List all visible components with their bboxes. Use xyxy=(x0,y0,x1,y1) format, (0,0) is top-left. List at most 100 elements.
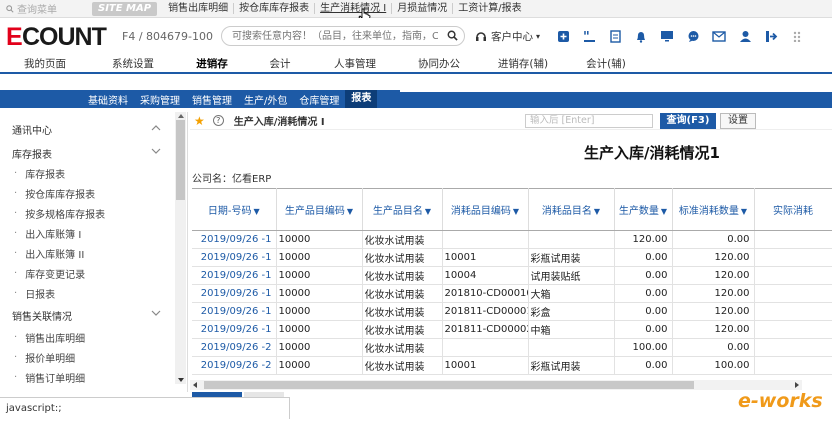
favorite-star-icon[interactable]: ★ xyxy=(194,114,205,128)
sitemap-button[interactable]: SITE MAP xyxy=(92,1,158,16)
main-nav-item[interactable]: 人事管理 xyxy=(312,56,398,71)
user-icon[interactable] xyxy=(738,29,752,43)
table-row[interactable]: 2019/09/26 -2 10000 化妆水试用装 10001 彩瓶试用装 0.00 10… xyxy=(192,356,832,375)
sub-nav-item[interactable]: 仓库管理 xyxy=(293,92,345,107)
query-button[interactable]: 查询(F3) xyxy=(660,113,716,129)
sort-down-icon[interactable]: ▼ xyxy=(513,207,519,216)
sub-nav-item[interactable]: 生产/外包 xyxy=(238,92,293,107)
recent-link[interactable]: 月损益情况 xyxy=(392,3,454,14)
chat-icon[interactable] xyxy=(686,29,700,43)
add-icon[interactable] xyxy=(556,29,570,43)
column-header[interactable]: 消耗品目编码 ▼ xyxy=(442,188,529,231)
sidebar-item[interactable]: 按多规格库存报表 xyxy=(0,204,175,222)
help-icon[interactable]: ? xyxy=(212,115,224,126)
sidebar-item[interactable]: 库存变更记录 xyxy=(0,264,175,282)
table-row[interactable]: 2019/09/26 -1 10000 化妆水试用装 201811-CD00001 彩盒… xyxy=(192,302,832,321)
column-header[interactable]: 消耗品目名 ▼ xyxy=(528,188,615,231)
table-cell: 10000 xyxy=(276,302,363,321)
table-row[interactable]: 2019/09/26 -2 10000 化妆水试用装 100.00 0.00 xyxy=(192,338,832,357)
sidebar-item[interactable]: 通讯中心 xyxy=(0,120,175,138)
global-search-input[interactable] xyxy=(229,29,440,43)
global-search[interactable] xyxy=(220,26,465,46)
date-number-link[interactable]: 2019/09/26 -1 xyxy=(192,230,277,249)
scroll-down-arrow-icon[interactable] xyxy=(178,378,184,382)
main-nav-item[interactable]: 进销存 xyxy=(176,56,248,71)
table-row[interactable]: 2019/09/26 -1 10000 化妆水试用装 201810-CD00010 大箱… xyxy=(192,284,832,303)
column-header[interactable]: 生产品目名 ▼ xyxy=(362,188,443,231)
scroll-up-arrow-icon[interactable] xyxy=(178,114,184,118)
main-nav-item[interactable]: 我的页面 xyxy=(0,56,90,71)
sidebar-item[interactable]: 库存报表 xyxy=(0,144,175,162)
screen-icon[interactable] xyxy=(660,29,674,43)
chevron-up-icon[interactable] xyxy=(151,123,161,134)
sort-down-icon[interactable]: ▼ xyxy=(594,207,600,216)
horizontal-scroll-thumb[interactable] xyxy=(204,381,694,389)
sort-down-icon[interactable]: ▼ xyxy=(253,207,259,216)
table-row[interactable]: 2019/09/26 -1 10000 化妆水试用装 10001 彩瓶试用装 0.00 12… xyxy=(192,248,832,267)
sidebar-item[interactable]: 报价单明细 xyxy=(0,348,175,366)
main-nav-item[interactable]: 系统设置 xyxy=(90,56,176,71)
sort-down-icon[interactable]: ▼ xyxy=(661,207,667,216)
sort-down-icon[interactable]: ▼ xyxy=(347,207,353,216)
sidebar-item[interactable]: 库存报表 xyxy=(0,164,175,182)
menu-search[interactable]: 查询菜单 xyxy=(2,1,92,17)
table-row[interactable]: 2019/09/26 -1 10000 化妆水试用装 120.00 0.00 xyxy=(192,230,832,249)
sidebar-item[interactable]: 按仓库库存报表 xyxy=(0,184,175,202)
sidebar-item[interactable]: 出入库账簿 I xyxy=(0,224,175,242)
column-header[interactable]: 生产品目编码 ▼ xyxy=(276,188,363,231)
sort-down-icon[interactable]: ▼ xyxy=(425,207,431,216)
customer-center-label: 客户中心 xyxy=(490,30,533,43)
scroll-right-arrow-icon[interactable] xyxy=(795,382,799,388)
sub-nav-item[interactable]: 报表 xyxy=(345,90,378,108)
sidebar-scrollbar[interactable] xyxy=(175,112,186,384)
mail-icon[interactable] xyxy=(712,29,726,43)
sidebar-item[interactable]: 日报表 xyxy=(0,284,175,302)
main-nav-item[interactable]: 会计 xyxy=(248,56,312,71)
scroll-left-arrow-icon[interactable] xyxy=(193,382,197,388)
chevron-down-icon[interactable] xyxy=(151,147,161,158)
column-header[interactable]: 生产数量 ▼ xyxy=(614,188,673,231)
sub-nav-item[interactable]: 采购管理 xyxy=(134,92,186,107)
date-number-link[interactable]: 2019/09/26 -1 xyxy=(192,320,277,339)
date-number-link[interactable]: 2019/09/26 -2 xyxy=(192,356,277,375)
settings-button[interactable]: 设置 xyxy=(720,113,756,129)
column-header[interactable]: 标准消耗数量 ▼ xyxy=(672,188,755,231)
date-number-link[interactable]: 2019/09/26 -1 xyxy=(192,248,277,267)
search-icon[interactable] xyxy=(447,30,458,41)
main-nav-item[interactable]: 协同办公 xyxy=(398,56,480,71)
recent-link[interactable]: 生产消耗情况 I xyxy=(315,3,393,14)
bell-icon[interactable] xyxy=(634,29,648,43)
column-header[interactable]: 日期-号码 ▼ xyxy=(192,188,277,231)
table-horizontal-scrollbar[interactable] xyxy=(190,380,802,390)
table-row[interactable]: 2019/09/26 -1 10000 化妆水试用装 201811-CD00002 中箱… xyxy=(192,320,832,339)
logout-icon[interactable] xyxy=(764,29,778,43)
column-header-label: 标准消耗数量 xyxy=(678,206,739,217)
sidebar-item[interactable]: 销售订单明细 xyxy=(0,368,175,386)
customer-center[interactable]: 客户中心 ▾ xyxy=(475,29,540,44)
sub-nav-item[interactable]: 销售管理 xyxy=(186,92,238,107)
sidebar-item[interactable]: 销售出库明细 xyxy=(0,328,175,346)
apps-icon[interactable] xyxy=(790,29,804,43)
date-number-link[interactable]: 2019/09/26 -2 xyxy=(192,338,277,357)
recent-link[interactable]: 工资计算/报表 xyxy=(453,3,526,14)
sort-down-icon[interactable]: ▼ xyxy=(741,207,747,216)
table-cell: 10000 xyxy=(276,320,363,339)
recent-link[interactable]: 销售出库明细 xyxy=(163,3,235,14)
sub-nav-item[interactable]: 基础资料 xyxy=(82,92,134,107)
date-number-link[interactable]: 2019/09/26 -1 xyxy=(192,302,277,321)
chevron-down-icon[interactable] xyxy=(151,309,161,320)
sidebar-item[interactable]: 出入库账簿 II xyxy=(0,244,175,262)
main-nav-item[interactable]: 会计(辅) xyxy=(566,56,646,71)
quick-search-input[interactable]: 输入后 [Enter] xyxy=(525,114,653,128)
recent-link[interactable]: 按仓库库存报表 xyxy=(234,3,316,14)
sidebar-scroll-thumb[interactable] xyxy=(176,120,185,200)
quote-icon[interactable]: " xyxy=(582,29,596,43)
sidebar-item-label: 出入库账簿 II xyxy=(25,249,85,261)
document-icon[interactable] xyxy=(608,29,622,43)
column-header[interactable]: 实际消耗 xyxy=(754,188,832,231)
main-nav-item[interactable]: 进销存(辅) xyxy=(480,56,566,71)
sidebar-item[interactable]: 销售关联情况 xyxy=(0,306,175,324)
date-number-link[interactable]: 2019/09/26 -1 xyxy=(192,284,277,303)
date-number-link[interactable]: 2019/09/26 -1 xyxy=(192,266,277,285)
table-row[interactable]: 2019/09/26 -1 10000 化妆水试用装 10004 试用装贴纸 0.00 12… xyxy=(192,266,832,285)
